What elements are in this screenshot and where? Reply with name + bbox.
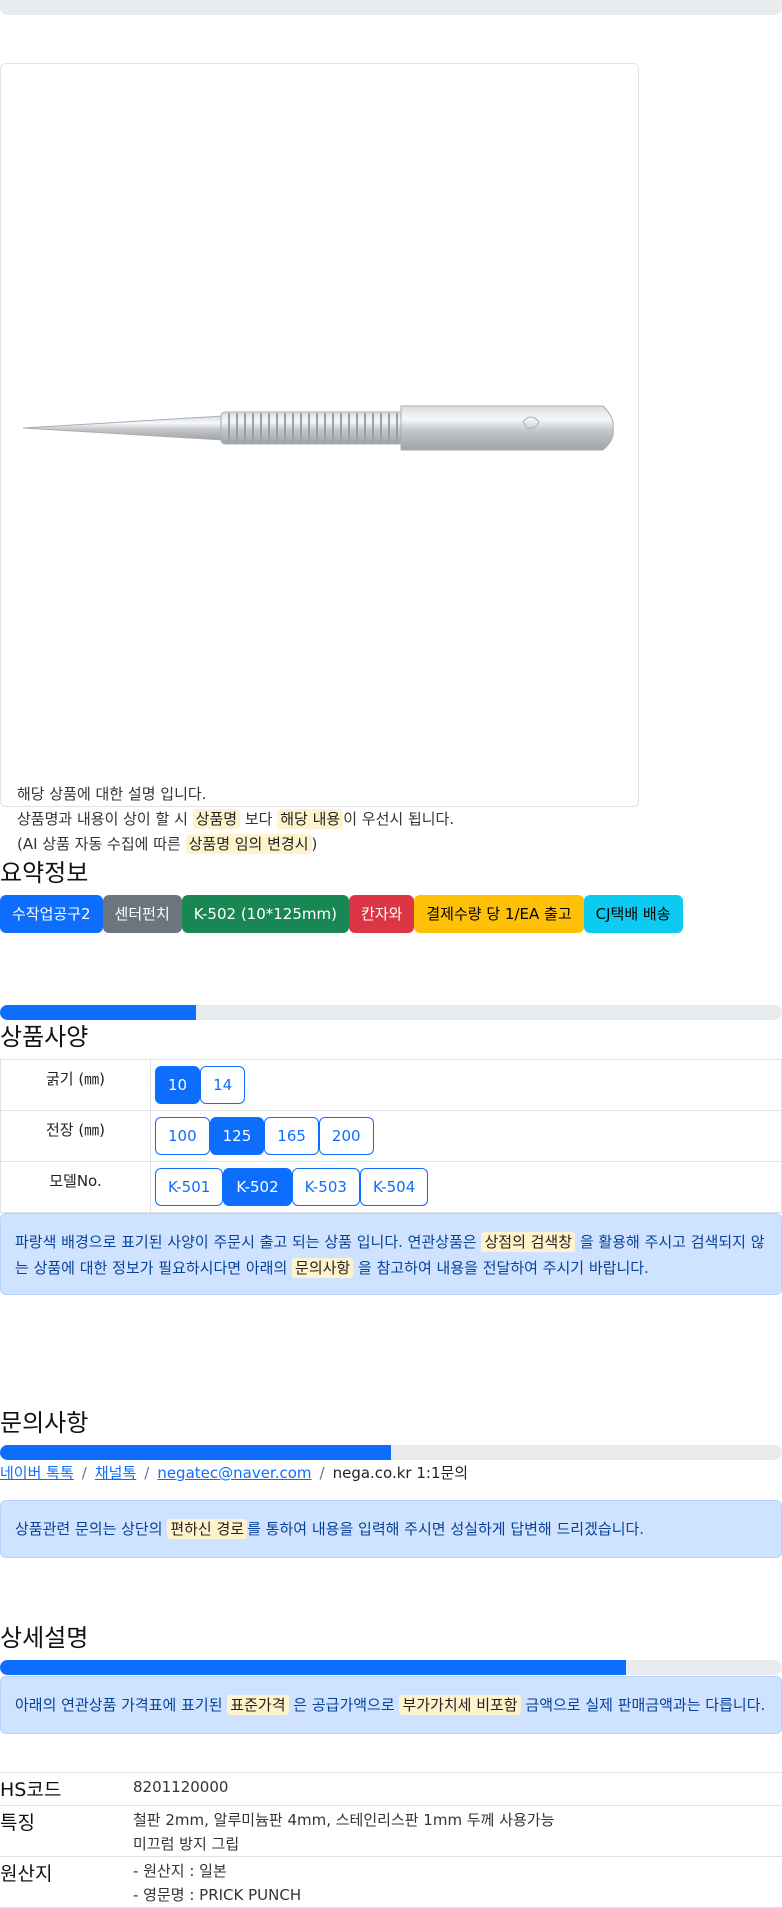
option-model-k504[interactable]: K-504: [359, 1168, 429, 1206]
info-row-hs-code: HS코드 8201120000: [0, 1772, 782, 1806]
highlight-name-change: 상품명 임의 변경시: [185, 834, 312, 854]
top-progress-bar: [0, 0, 782, 15]
info-key: HS코드: [0, 1772, 133, 1806]
notice-text: 를 통하여 내용을 입력해 주시면 성실하게 답변해 드리겠습니다.: [247, 1520, 645, 1538]
product-info-table: HS코드 8201120000 특징 철판 2mm, 알루미늄판 4mm, 스테…: [0, 1772, 782, 1908]
info-key: 원산지: [0, 1856, 133, 1908]
notice-text: 는 상품에 대한 정보가 필요하시다면 아래의: [15, 1259, 288, 1277]
option-length-125[interactable]: 125: [209, 1117, 265, 1155]
separator: /: [144, 1464, 150, 1482]
inquiry-notice: 상품관련 문의는 상단의 편하신 경로 를 통하여 내용을 입력해 주시면 성실하…: [0, 1500, 782, 1558]
spec-options: 100 125 165 200: [150, 1110, 782, 1162]
channel-talk-link[interactable]: 채널톡: [95, 1464, 136, 1482]
notice-line-2: 는 상품에 대한 정보가 필요하시다면 아래의 문의사항 을 참고하여 내용을 …: [15, 1255, 767, 1281]
info-value: 철판 2mm, 알루미늄판 4mm, 스테인리스판 1mm 두께 사용가능 미끄…: [133, 1805, 782, 1857]
option-length-200[interactable]: 200: [318, 1117, 374, 1155]
notice-line: 상품관련 문의는 상단의 편하신 경로 를 통하여 내용을 입력해 주시면 성실하…: [15, 1516, 767, 1542]
spec-table: 굵기 (㎜) 10 14 전장 (㎜) 100 125 165 200 모델No…: [0, 1059, 782, 1213]
info-key: 특징: [0, 1805, 133, 1857]
info-value: - 원산지 : 일본 - 영문명 : PRICK PUNCH: [133, 1856, 782, 1908]
detail-progress-fill: [0, 1660, 626, 1675]
badge-brand: 칸자와: [348, 895, 415, 933]
badge-quantity: 결제수량 당 1/EA 출고: [414, 895, 584, 933]
inquiry-title: 문의사항: [0, 1409, 89, 1437]
description-line-2: 상품명과 내용이 상이 할 시 상품명 보다 해당 내용 이 우선시 됩니다.: [17, 807, 454, 832]
badge-category: 수작업공구2: [0, 895, 103, 933]
option-model-k501[interactable]: K-501: [155, 1168, 224, 1206]
highlight-preferred-channel: 편하신 경로: [167, 1519, 248, 1539]
product-image-card: 해당 상품에 대한 설명 입니다. 상품명과 내용이 상이 할 시 상품명 보다…: [0, 63, 639, 854]
info-value: 8201120000: [133, 1772, 782, 1806]
origin-line: - 원산지 : 일본: [133, 1862, 227, 1880]
notice-text: 금액으로 실제 판매금액과는 다릅니다.: [525, 1696, 766, 1714]
option-thickness-14[interactable]: 14: [200, 1066, 246, 1104]
spec-row-length: 전장 (㎜) 100 125 165 200: [0, 1110, 782, 1162]
spec-label: 굵기 (㎜): [0, 1059, 151, 1111]
badge-model: K-502 (10*125mm): [181, 895, 349, 933]
thickness-option-group: 10 14: [155, 1066, 781, 1104]
product-image-center-punch: [23, 405, 614, 451]
detail-title: 상세설명: [0, 1624, 89, 1652]
detail-notice: 아래의 연관상품 가격표에 표기된 표준가격 은 공급가액으로 부가가치세 비포…: [0, 1676, 782, 1734]
email-link[interactable]: negatec@naver.com: [157, 1464, 311, 1482]
badge-shipping: CJ택배 배송: [583, 895, 683, 933]
notice-text: 을 참고하여 내용을 전달하여 주시기 바랍니다.: [358, 1259, 649, 1277]
highlight-standard-price: 표준가격: [227, 1695, 289, 1715]
separator: /: [81, 1464, 87, 1482]
notice-text: 상품관련 문의는 상단의: [15, 1520, 163, 1538]
site-inquiry-text: nega.co.kr 1:1문의: [332, 1464, 469, 1482]
detail-progress-bar: [0, 1660, 782, 1675]
spec-options: K-501 K-502 K-503 K-504: [150, 1161, 782, 1213]
notice-text: 을 활용해 주시고 검색되지 않: [579, 1233, 765, 1251]
feature-line: 철판 2mm, 알루미늄판 4mm, 스테인리스판 1mm 두께 사용가능: [133, 1811, 555, 1829]
notice-text: 아래의 연관상품 가격표에 표기된: [15, 1696, 223, 1714]
description-text: (AI 상품 자동 수집에 따른: [17, 835, 181, 853]
spec-row-thickness: 굵기 (㎜) 10 14: [0, 1059, 782, 1111]
specs-notice: 파랑색 배경으로 표기된 사양이 주문시 출고 되는 상품 입니다. 연관상품은…: [0, 1213, 782, 1295]
naver-talktalk-link[interactable]: 네이버 톡톡: [0, 1464, 74, 1482]
inquiry-progress-bar: [0, 1445, 782, 1460]
notice-line: 아래의 연관상품 가격표에 표기된 표준가격 은 공급가액으로 부가가치세 비포…: [15, 1692, 767, 1718]
option-model-k502[interactable]: K-502: [223, 1168, 292, 1206]
notice-text: 은 공급가액으로: [293, 1696, 395, 1714]
inquiry-progress-fill: [0, 1445, 391, 1460]
spec-label: 모델No.: [0, 1161, 151, 1213]
option-model-k503[interactable]: K-503: [291, 1168, 360, 1206]
info-row-origin: 원산지 - 원산지 : 일본 - 영문명 : PRICK PUNCH: [0, 1856, 782, 1908]
description-line-1: 해당 상품에 대한 설명 입니다.: [17, 785, 207, 803]
info-row-features: 특징 철판 2mm, 알루미늄판 4mm, 스테인리스판 1mm 두께 사용가능…: [0, 1805, 782, 1857]
highlight-store-search: 상점의 검색창: [481, 1232, 576, 1252]
highlight-inquiry: 문의사항: [292, 1258, 354, 1278]
highlight-product-name: 상품명: [192, 809, 241, 829]
english-name-line: - 영문명 : PRICK PUNCH: [133, 1886, 302, 1904]
spec-row-model: 모델No. K-501 K-502 K-503 K-504: [0, 1161, 782, 1213]
summary-badges: 수작업공구2 센터펀치 K-502 (10*125mm) 칸자와 결제수량 당 …: [0, 895, 683, 933]
badge-product-type: 센터펀치: [102, 895, 182, 933]
description-text: 상품명과 내용이 상이 할 시: [17, 810, 188, 828]
option-length-100[interactable]: 100: [155, 1117, 210, 1155]
spec-options: 10 14: [150, 1059, 782, 1111]
feature-line: 미끄럼 방지 그립: [133, 1835, 240, 1853]
spec-label: 전장 (㎜): [0, 1110, 151, 1162]
model-option-group: K-501 K-502 K-503 K-504: [155, 1168, 781, 1206]
description-text: ): [311, 835, 318, 853]
separator: /: [319, 1464, 325, 1482]
hs-code-value: 8201120000: [133, 1778, 229, 1796]
description-text: 이 우선시 됩니다.: [343, 810, 455, 828]
length-option-group: 100 125 165 200: [155, 1117, 781, 1155]
notice-line-1: 파랑색 배경으로 표기된 사양이 주문시 출고 되는 상품 입니다. 연관상품은…: [15, 1229, 767, 1255]
highlight-vat-excluded: 부가가치세 비포함: [399, 1695, 521, 1715]
summary-title: 요약정보: [0, 859, 89, 887]
product-description: 해당 상품에 대한 설명 입니다. 상품명과 내용이 상이 할 시 상품명 보다…: [17, 782, 454, 857]
inquiry-breadcrumb: 네이버 톡톡 / 채널톡 / negatec@naver.com / nega.co.kr …: [0, 1462, 468, 1483]
option-thickness-10[interactable]: 10: [155, 1066, 201, 1104]
option-length-165[interactable]: 165: [264, 1117, 319, 1155]
notice-text: 파랑색 배경으로 표기된 사양이 주문시 출고 되는 상품 입니다. 연관상품은: [15, 1233, 477, 1251]
specs-title: 상품사양: [0, 1023, 89, 1051]
description-text: 보다: [244, 810, 273, 828]
specs-progress-bar: [0, 1005, 782, 1020]
highlight-content: 해당 내용: [277, 809, 344, 829]
